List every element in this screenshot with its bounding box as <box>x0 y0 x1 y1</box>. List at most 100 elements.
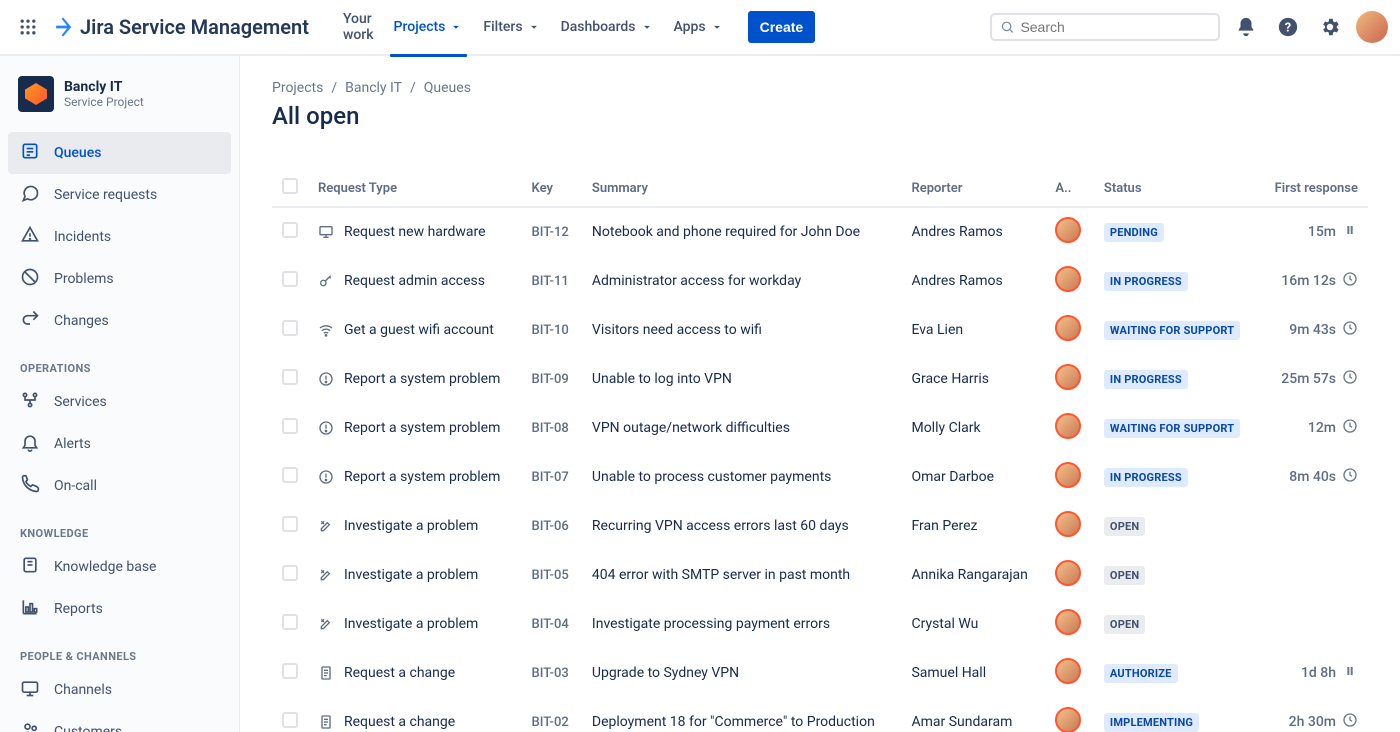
row-checkbox[interactable] <box>282 516 298 532</box>
reporter[interactable]: Annika Rangarajan <box>901 551 1045 600</box>
sidebar-item-service-requests[interactable]: Service requests <box>8 174 231 216</box>
status-badge[interactable]: WAITING FOR SUPPORT <box>1104 419 1240 438</box>
issue-key[interactable]: BIT-07 <box>522 453 582 502</box>
issue-key[interactable]: BIT-03 <box>522 649 582 698</box>
sidebar-item-on-call[interactable]: On-call <box>8 465 231 507</box>
status-badge[interactable]: IN PROGRESS <box>1104 272 1188 291</box>
issue-key[interactable]: BIT-02 <box>522 698 582 732</box>
issue-key[interactable]: BIT-11 <box>522 257 582 306</box>
assignee-avatar[interactable] <box>1055 658 1081 684</box>
issue-key[interactable]: BIT-04 <box>522 600 582 649</box>
notifications-icon[interactable] <box>1230 11 1262 43</box>
sidebar-item-incidents[interactable]: Incidents <box>8 216 231 258</box>
assignee-avatar[interactable] <box>1055 217 1081 243</box>
issue-key[interactable]: BIT-05 <box>522 551 582 600</box>
assignee-avatar[interactable] <box>1055 560 1081 586</box>
assignee-avatar[interactable] <box>1055 707 1081 732</box>
assignee-avatar[interactable] <box>1055 266 1081 292</box>
status-badge[interactable]: IMPLEMENTING <box>1104 713 1199 732</box>
project-header[interactable]: Bancly IT Service Project <box>8 76 231 132</box>
select-all-checkbox[interactable] <box>282 178 298 194</box>
assignee-avatar[interactable] <box>1055 364 1081 390</box>
status-badge[interactable]: OPEN <box>1104 517 1145 536</box>
table-row[interactable]: Request new hardwareBIT-12Notebook and p… <box>272 207 1368 257</box>
breadcrumb-link[interactable]: Projects <box>272 80 323 96</box>
create-button[interactable]: Create <box>748 11 816 43</box>
table-row[interactable]: Report a system problemBIT-08VPN outage/… <box>272 404 1368 453</box>
table-row[interactable]: Report a system problemBIT-09Unable to l… <box>272 355 1368 404</box>
status-badge[interactable]: IN PROGRESS <box>1104 370 1188 389</box>
summary[interactable]: Upgrade to Sydney VPN <box>582 649 902 698</box>
summary[interactable]: Visitors need access to wifi <box>582 306 902 355</box>
assignee-avatar[interactable] <box>1055 462 1081 488</box>
sidebar-item-customers[interactable]: Customers <box>8 711 231 732</box>
assignee-avatar[interactable] <box>1055 511 1081 537</box>
reporter[interactable]: Andres Ramos <box>901 257 1045 306</box>
column-header[interactable]: First response <box>1259 170 1368 207</box>
table-row[interactable]: Report a system problemBIT-07Unable to p… <box>272 453 1368 502</box>
row-checkbox[interactable] <box>282 222 298 238</box>
assignee-avatar[interactable] <box>1055 315 1081 341</box>
summary[interactable]: 404 error with SMTP server in past month <box>582 551 902 600</box>
column-header[interactable]: Request Type <box>308 170 522 207</box>
summary[interactable]: Administrator access for workday <box>582 257 902 306</box>
status-badge[interactable]: OPEN <box>1104 615 1145 634</box>
reporter[interactable]: Molly Clark <box>901 404 1045 453</box>
status-badge[interactable]: OPEN <box>1104 566 1145 585</box>
column-header[interactable]: A.. <box>1045 170 1094 207</box>
row-checkbox[interactable] <box>282 565 298 581</box>
nav-item-filters[interactable]: Filters <box>475 0 548 55</box>
sidebar-item-knowledge-base[interactable]: Knowledge base <box>8 546 231 588</box>
sidebar-item-alerts[interactable]: Alerts <box>8 423 231 465</box>
table-row[interactable]: Get a guest wifi accountBIT-10Visitors n… <box>272 306 1368 355</box>
sidebar-item-problems[interactable]: Problems <box>8 258 231 300</box>
sidebar-item-changes[interactable]: Changes <box>8 300 231 342</box>
column-header[interactable]: Summary <box>582 170 902 207</box>
column-header[interactable]: Status <box>1094 170 1259 207</box>
reporter[interactable]: Samuel Hall <box>901 649 1045 698</box>
settings-icon[interactable] <box>1314 11 1346 43</box>
row-checkbox[interactable] <box>282 467 298 483</box>
summary[interactable]: Deployment 18 for "Commerce" to Producti… <box>582 698 902 732</box>
help-icon[interactable]: ? <box>1272 11 1304 43</box>
row-checkbox[interactable] <box>282 663 298 679</box>
summary[interactable]: Unable to process customer payments <box>582 453 902 502</box>
row-checkbox[interactable] <box>282 369 298 385</box>
issue-key[interactable]: BIT-09 <box>522 355 582 404</box>
column-header[interactable]: Reporter <box>901 170 1045 207</box>
reporter[interactable]: Fran Perez <box>901 502 1045 551</box>
reporter[interactable]: Amar Sundaram <box>901 698 1045 732</box>
sidebar-item-queues[interactable]: Queues <box>8 132 231 174</box>
issue-key[interactable]: BIT-10 <box>522 306 582 355</box>
summary[interactable]: Notebook and phone required for John Doe <box>582 207 902 257</box>
row-checkbox[interactable] <box>282 320 298 336</box>
nav-item-projects[interactable]: Projects <box>386 0 472 55</box>
row-checkbox[interactable] <box>282 418 298 434</box>
profile-avatar[interactable] <box>1356 11 1388 43</box>
nav-item-your-work[interactable]: Your work <box>335 0 382 55</box>
assignee-avatar[interactable] <box>1055 609 1081 635</box>
reporter[interactable]: Crystal Wu <box>901 600 1045 649</box>
status-badge[interactable]: WAITING FOR SUPPORT <box>1104 321 1240 340</box>
issue-key[interactable]: BIT-12 <box>522 207 582 257</box>
sidebar-item-channels[interactable]: Channels <box>8 669 231 711</box>
table-row[interactable]: Request a changeBIT-02Deployment 18 for … <box>272 698 1368 732</box>
product-logo[interactable]: Jira Service Management <box>52 15 309 39</box>
reporter[interactable]: Omar Darboe <box>901 453 1045 502</box>
row-checkbox[interactable] <box>282 614 298 630</box>
nav-item-apps[interactable]: Apps <box>666 0 732 55</box>
table-row[interactable]: Investigate a problemBIT-04Investigate p… <box>272 600 1368 649</box>
sidebar-item-services[interactable]: Services <box>8 381 231 423</box>
table-row[interactable]: Investigate a problemBIT-06Recurring VPN… <box>272 502 1368 551</box>
table-row[interactable]: Request a changeBIT-03Upgrade to Sydney … <box>272 649 1368 698</box>
summary[interactable]: Recurring VPN access errors last 60 days <box>582 502 902 551</box>
table-row[interactable]: Investigate a problemBIT-05404 error wit… <box>272 551 1368 600</box>
sidebar-item-reports[interactable]: Reports <box>8 588 231 630</box>
column-header[interactable]: Key <box>522 170 582 207</box>
row-checkbox[interactable] <box>282 271 298 287</box>
reporter[interactable]: Eva Lien <box>901 306 1045 355</box>
reporter[interactable]: Grace Harris <box>901 355 1045 404</box>
status-badge[interactable]: AUTHORIZE <box>1104 664 1178 683</box>
summary[interactable]: VPN outage/network difficulties <box>582 404 902 453</box>
summary[interactable]: Investigate processing payment errors <box>582 600 902 649</box>
